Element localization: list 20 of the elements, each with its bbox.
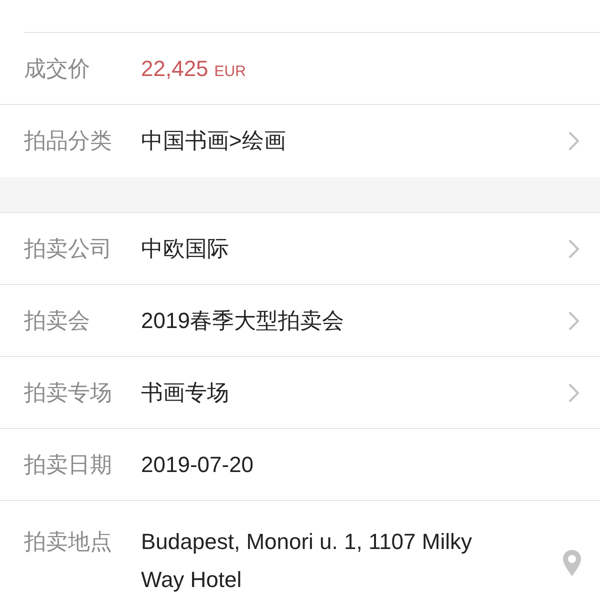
field-value: 中欧国际 xyxy=(141,234,229,262)
field-value: 中国书画>绘画 xyxy=(141,127,286,155)
price-amount: 22,425 xyxy=(141,55,208,83)
field-value: 书画专场 xyxy=(141,378,229,406)
field-value: 2019-07-20 xyxy=(141,450,254,478)
field-value: Budapest, Monori u. 1, 1107 Milky Way Hotel xyxy=(141,528,473,594)
field-label: 拍卖专场 xyxy=(24,378,113,406)
field-label: 拍卖会 xyxy=(24,306,91,334)
location-pin-icon[interactable] xyxy=(562,549,582,577)
chevron-icon[interactable] xyxy=(568,310,580,330)
field-label: 成交价 xyxy=(24,54,91,82)
field-label: 拍卖地点 xyxy=(24,528,113,556)
chevron-icon[interactable] xyxy=(568,131,580,151)
field-label: 拍卖日期 xyxy=(24,450,113,478)
field-label: 拍卖公司 xyxy=(24,234,113,262)
field-value: 2019春季大型拍卖会 xyxy=(141,306,344,334)
chevron-icon[interactable] xyxy=(568,238,580,258)
chevron-icon[interactable] xyxy=(568,382,580,402)
field-label: 拍品分类 xyxy=(24,127,113,155)
currency-unit: EUR xyxy=(214,62,246,82)
